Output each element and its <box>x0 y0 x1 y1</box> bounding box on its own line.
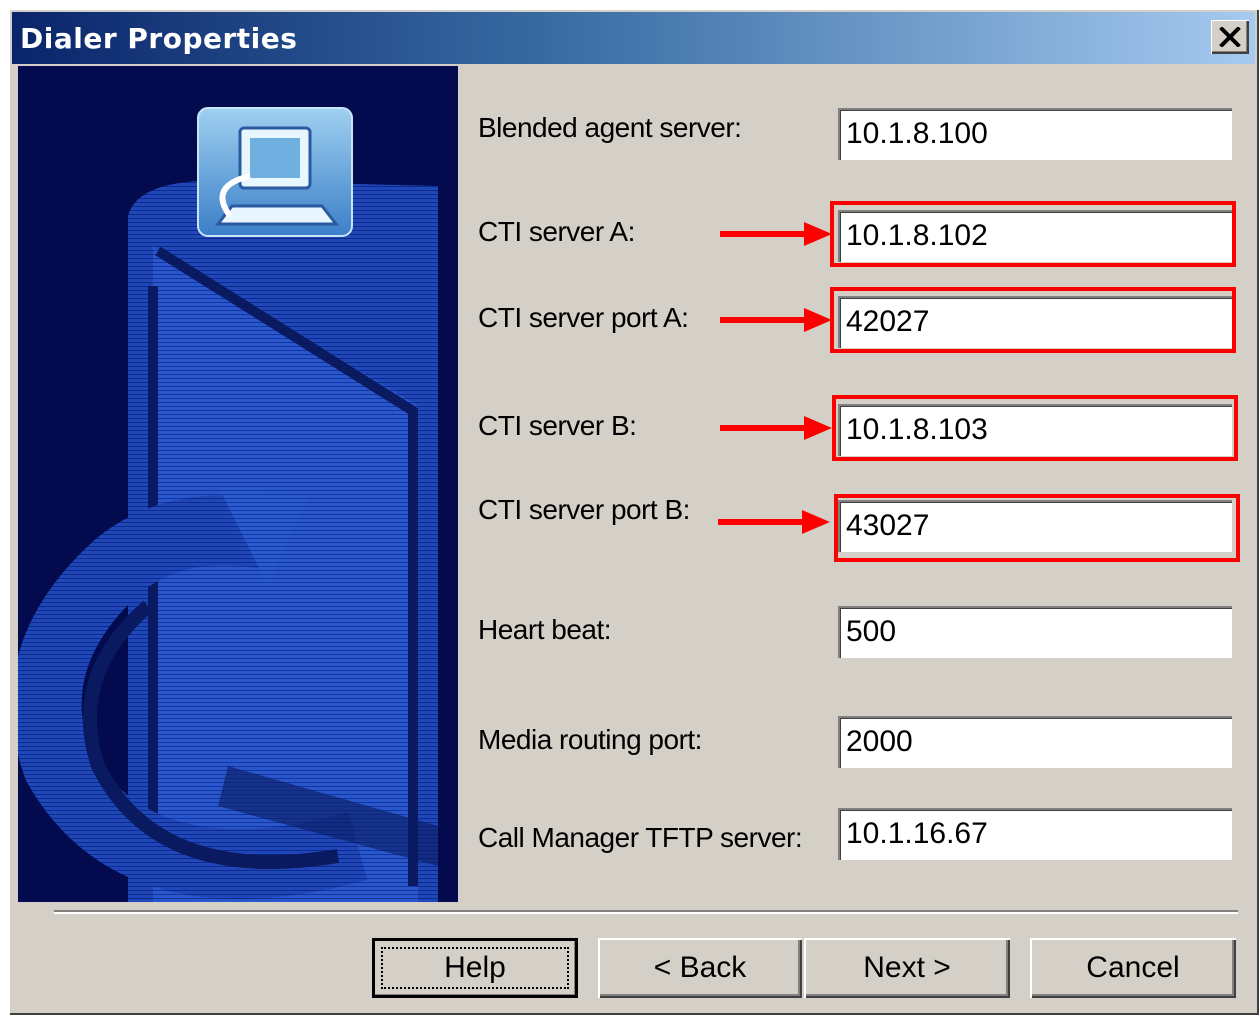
cti-server-port-b-input[interactable] <box>838 500 1232 552</box>
button-separator <box>54 910 1238 914</box>
dialog-title: Dialer Properties <box>20 22 298 55</box>
title-bar[interactable]: Dialer Properties <box>12 12 1255 64</box>
dialer-properties-dialog: Dialer Properties Blended agent server: … <box>8 8 1259 1015</box>
cti-server-port-a-input[interactable] <box>838 296 1232 348</box>
media-routing-port-input[interactable] <box>838 716 1232 768</box>
close-button[interactable] <box>1211 20 1249 54</box>
blended-agent-server-label: Blended agent server: <box>478 112 742 143</box>
call-manager-tftp-server-input[interactable] <box>838 808 1232 860</box>
help-button[interactable]: Help <box>372 938 578 998</box>
media-routing-port-label: Media routing port: <box>478 724 702 755</box>
close-icon <box>1219 27 1241 47</box>
wizard-side-image <box>18 66 458 902</box>
heart-beat-label: Heart beat: <box>478 614 612 645</box>
heart-beat-input[interactable] <box>838 606 1232 658</box>
cti-server-a-input[interactable] <box>838 210 1232 262</box>
call-manager-tftp-server-label: Call Manager TFTP server: <box>478 822 803 853</box>
blended-agent-server-input[interactable] <box>838 108 1232 160</box>
next-button[interactable]: Next > <box>804 938 1010 998</box>
red-arrow-icon <box>720 308 832 332</box>
cti-server-b-label: CTI server B: <box>478 410 637 441</box>
cancel-button[interactable]: Cancel <box>1030 938 1236 998</box>
red-arrow-icon <box>720 222 832 246</box>
red-arrow-icon <box>718 510 830 534</box>
cti-server-port-b-label: CTI server port B: <box>478 494 690 525</box>
cti-server-port-a-label: CTI server port A: <box>478 302 689 333</box>
red-arrow-icon <box>720 416 832 440</box>
dialer-illustration <box>18 107 438 902</box>
cti-server-b-input[interactable] <box>838 404 1232 456</box>
cti-server-a-label: CTI server A: <box>478 216 635 247</box>
back-button[interactable]: < Back <box>598 938 802 998</box>
help-button-label: Help <box>444 951 506 984</box>
computer-icon <box>197 107 353 237</box>
